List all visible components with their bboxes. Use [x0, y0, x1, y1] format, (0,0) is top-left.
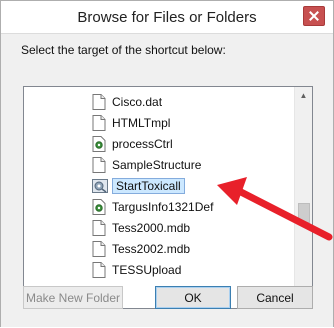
tree-item[interactable]: HTMLTmpl	[92, 112, 170, 132]
tree-item-label: TESSUpload	[112, 262, 182, 277]
executable-icon	[92, 178, 108, 194]
tree-item[interactable]: Cisco.dat	[92, 91, 162, 111]
instruction-text: Select the target of the shortcut below:	[21, 43, 226, 57]
tree-item-label: processCtrl	[112, 136, 173, 151]
tree-item-label: TargusInfo1321Def	[112, 199, 214, 214]
cancel-button[interactable]: Cancel	[237, 286, 313, 309]
document-icon	[92, 261, 106, 278]
scroll-up-icon[interactable]: ▲	[295, 87, 312, 104]
tree-item-label: Tess2000.mdb	[112, 220, 191, 235]
document-icon	[92, 156, 106, 173]
close-icon[interactable]	[303, 6, 325, 26]
browse-dialog: Browse for Files or Folders Select the t…	[0, 0, 334, 327]
title-bar: Browse for Files or Folders	[1, 1, 333, 33]
settings-file-icon	[92, 135, 106, 152]
dialog-body: Select the target of the shortcut below:…	[1, 33, 333, 327]
tree-list: Cisco.dat HTMLTmpl processCtrl SampleStruct…	[24, 87, 294, 306]
settings-file-icon	[92, 198, 106, 215]
ok-button[interactable]: OK	[155, 286, 231, 309]
tree-item[interactable]: Tess2000.mdb	[92, 217, 190, 237]
make-new-folder-button[interactable]: Make New Folder	[23, 286, 123, 309]
folder-tree[interactable]: Cisco.dat HTMLTmpl processCtrl SampleStruct…	[23, 86, 313, 309]
tree-item[interactable]: SampleStructure	[92, 154, 201, 174]
tree-item-label: StartToxicall	[112, 177, 185, 194]
tree-item[interactable]: TargusInfo1321Def	[92, 196, 213, 216]
tree-item[interactable]: TESSUpload	[92, 259, 181, 279]
document-icon	[92, 93, 106, 110]
scroll-thumb[interactable]	[298, 203, 310, 223]
tree-item[interactable]: processCtrl	[92, 133, 173, 153]
tree-item[interactable]: StartToxicall	[92, 175, 185, 195]
dialog-title: Browse for Files or Folders	[77, 9, 257, 26]
tree-item-label: Cisco.dat	[112, 94, 163, 109]
document-icon	[92, 219, 106, 236]
tree-item-label: Tess2002.mdb	[112, 241, 191, 256]
document-icon	[92, 240, 106, 257]
tree-item-label: HTMLTmpl	[112, 115, 171, 130]
tree-item-label: SampleStructure	[112, 157, 202, 172]
document-icon	[92, 114, 106, 131]
vertical-scrollbar[interactable]: ▲ ▼	[294, 87, 312, 306]
tree-item[interactable]: Tess2002.mdb	[92, 238, 190, 258]
